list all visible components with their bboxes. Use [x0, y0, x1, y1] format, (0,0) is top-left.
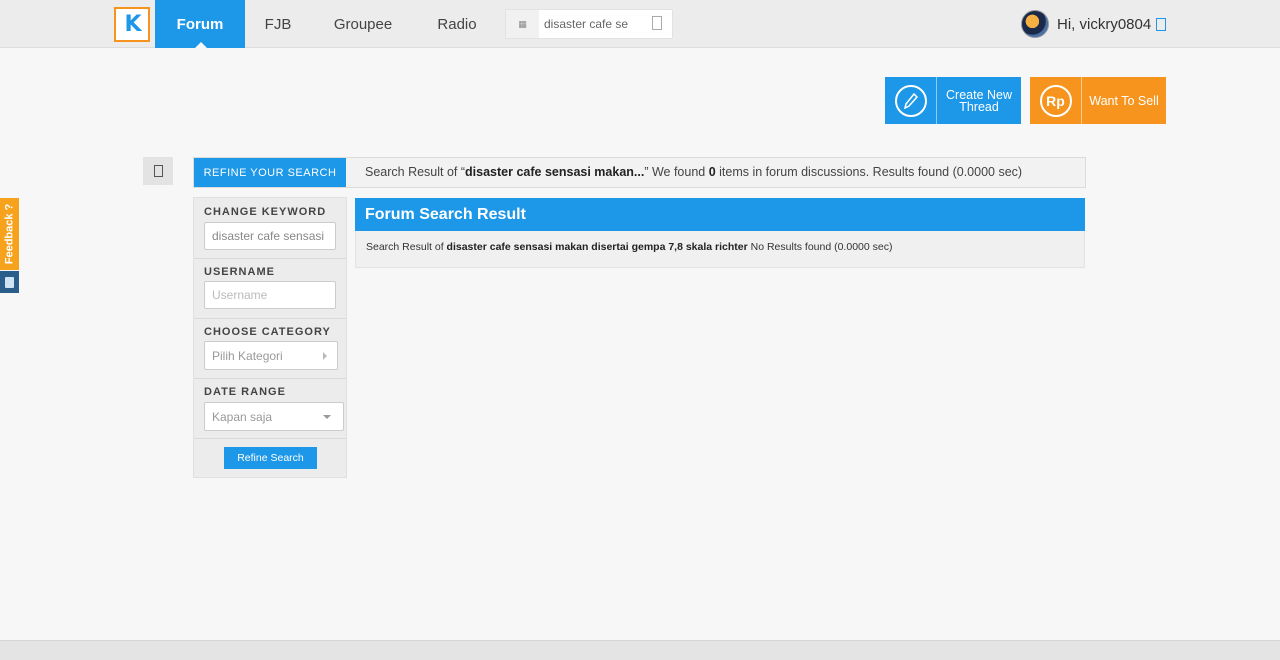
rupiah-icon-box: Rp [1030, 77, 1082, 124]
keyword-section: CHANGE KEYWORD [194, 198, 346, 259]
category-value: Pilih Kategori [212, 348, 283, 363]
refine-search-button[interactable]: Refine Search [224, 447, 317, 469]
summary-count: 0 [708, 165, 716, 179]
filter-icon [153, 165, 163, 177]
username-section: USERNAME [194, 259, 346, 319]
category-select[interactable]: Pilih Kategori [204, 341, 338, 370]
want-to-sell-button[interactable]: Rp Want To Sell [1030, 77, 1166, 124]
create-new-thread-button[interactable]: Create New Thread [885, 77, 1021, 124]
search-summary-text: Search Result of “disaster cafe sensasi … [365, 165, 1023, 179]
summary-keyword: disaster cafe sensasi makan... [465, 165, 645, 179]
user-dropdown-icon[interactable] [1156, 17, 1167, 31]
results-title: Forum Search Result [355, 198, 1085, 231]
sidebar-toggle-button[interactable] [143, 157, 173, 185]
rupiah-icon: Rp [1039, 84, 1072, 117]
search-scope-icon[interactable]: ▦ [506, 10, 539, 38]
avatar[interactable] [1021, 10, 1049, 38]
refine-search-sidebar: CHANGE KEYWORD USERNAME CHOOSE CATEGORY … [193, 197, 347, 478]
date-range-label: DATE RANGE [204, 386, 286, 398]
user-menu[interactable]: Hi, vickry0804 [1021, 9, 1167, 39]
global-search-box: ▦ [505, 9, 673, 39]
category-section: CHOOSE CATEGORY Pilih Kategori [194, 319, 346, 379]
search-summary-bar: REFINE YOUR SEARCH Search Result of “dis… [193, 157, 1086, 188]
feedback-tab[interactable]: Feedback ? [0, 198, 19, 270]
date-range-section: DATE RANGE Kapan saja [194, 379, 346, 439]
date-range-value: Kapan saja [212, 409, 273, 424]
feedback-chat-icon[interactable] [0, 271, 19, 293]
create-new-thread-label: Create New Thread [946, 87, 1012, 114]
bottom-bar [0, 640, 1280, 660]
pencil-icon [894, 84, 927, 117]
username-field[interactable] [204, 281, 336, 309]
date-range-select[interactable]: Kapan saja [204, 402, 344, 431]
nav-tab-fjb[interactable]: FJB [258, 0, 298, 48]
nav-tab-groupee[interactable]: Groupee [326, 0, 400, 48]
search-input[interactable] [544, 14, 648, 34]
top-navigation-bar: K Forum FJB Groupee Radio ▦ Hi, vickry08… [0, 0, 1280, 48]
want-to-sell-label: Want To Sell [1089, 93, 1159, 108]
username-label: USERNAME [204, 266, 275, 278]
chevron-right-icon [323, 352, 327, 360]
user-greeting[interactable]: Hi, vickry0804 [1057, 16, 1151, 33]
logo-text: K [124, 12, 141, 37]
nav-tab-radio[interactable]: Radio [428, 0, 486, 48]
refine-your-search-tab[interactable]: REFINE YOUR SEARCH [194, 158, 346, 187]
search-icon[interactable] [652, 16, 662, 30]
pencil-icon-box [885, 77, 937, 124]
results-message: Search Result of disaster cafe sensasi m… [355, 231, 1085, 268]
nav-tab-forum[interactable]: Forum [155, 0, 245, 48]
chevron-down-icon [323, 415, 331, 419]
keyword-field[interactable] [204, 222, 336, 250]
category-label: CHOOSE CATEGORY [204, 326, 331, 338]
results-keyword: disaster cafe sensasi makan disertai gem… [446, 241, 748, 253]
keyword-label: CHANGE KEYWORD [204, 206, 327, 218]
kaskus-logo[interactable]: K [114, 7, 150, 42]
feedback-label: Feedback ? [3, 203, 16, 265]
